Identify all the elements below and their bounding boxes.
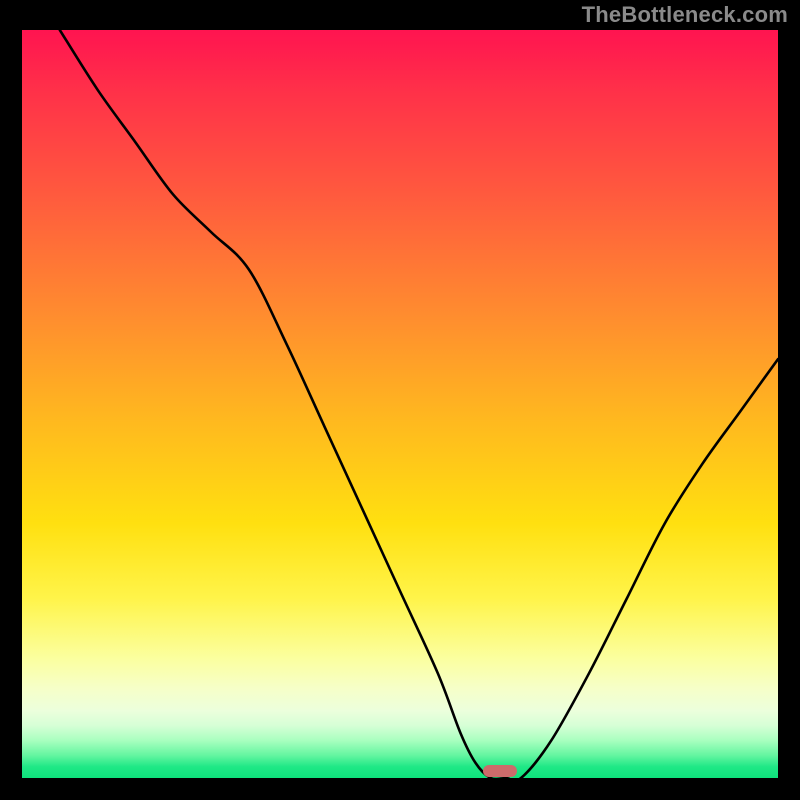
plot-area: [22, 30, 778, 778]
optimum-marker: [483, 765, 517, 777]
watermark-text: TheBottleneck.com: [582, 2, 788, 28]
chart-frame: TheBottleneck.com: [0, 0, 800, 800]
bottleneck-curve: [22, 30, 778, 778]
